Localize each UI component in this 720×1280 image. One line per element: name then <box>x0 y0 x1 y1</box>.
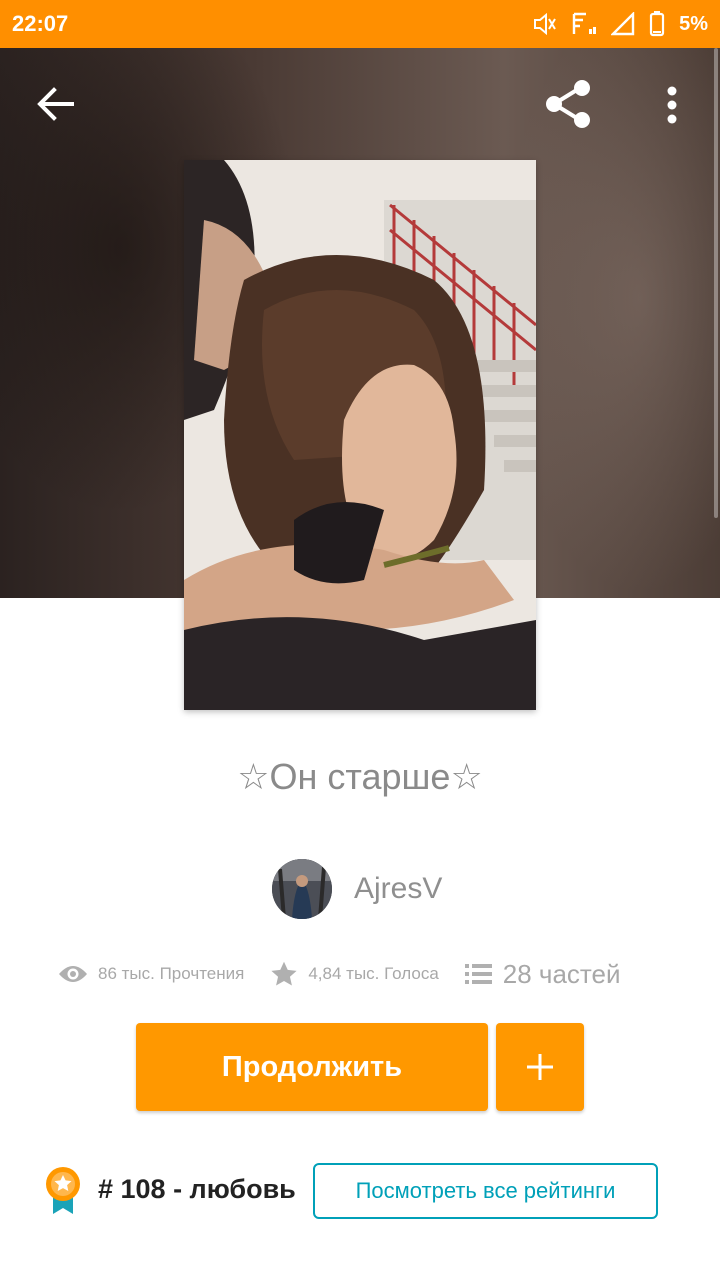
more-vertical-icon <box>667 86 677 124</box>
battery-percent: 5% <box>679 12 708 35</box>
eye-icon <box>59 966 87 982</box>
plus-icon <box>527 1054 553 1080</box>
mute-icon <box>533 13 557 35</box>
author-name[interactable]: AjresV <box>354 872 442 906</box>
star-icon <box>271 961 297 986</box>
votes-count: 4,84 тыс. Голоса <box>308 964 439 983</box>
ranking-label: # 108 - любовь <box>98 1174 296 1204</box>
votes-stat: 4,84 тыс. Голоса <box>270 960 439 988</box>
status-bar: 22:07 5% <box>0 0 720 48</box>
list-icon <box>464 964 492 984</box>
views-count: 86 тыс. Прочтения <box>98 964 245 983</box>
share-button[interactable] <box>538 76 598 132</box>
back-button[interactable] <box>26 82 86 126</box>
add-to-library-button[interactable] <box>496 1023 584 1111</box>
battery-icon <box>649 11 665 37</box>
more-options-button[interactable] <box>650 80 694 130</box>
story-cover-image[interactable] <box>184 160 536 710</box>
share-icon <box>546 80 590 128</box>
scrollbar[interactable] <box>714 48 718 518</box>
author-link[interactable]: AjresV <box>272 858 442 920</box>
cell-signal-icon <box>611 12 635 36</box>
story-stats: 86 тыс. Прочтения 4,84 тыс. Голоса 28 ча… <box>58 950 621 998</box>
status-icons: 5% <box>533 11 708 37</box>
parts-count[interactable]: 28 частей <box>503 959 621 990</box>
status-time: 22:07 <box>12 11 69 36</box>
story-title: ☆Он старше☆ <box>237 756 483 797</box>
back-arrow-icon <box>37 87 74 121</box>
views-stat: 86 тыс. Прочтения <box>58 964 244 984</box>
continue-reading-button[interactable]: Продолжить <box>136 1023 488 1111</box>
view-all-rankings-button[interactable]: Посмотреть все рейтинги <box>313 1163 658 1219</box>
parts-stat[interactable]: 28 частей <box>464 959 621 990</box>
signal-icon <box>571 11 597 37</box>
avatar[interactable] <box>272 859 332 919</box>
ranking-badge-icon <box>44 1166 82 1214</box>
